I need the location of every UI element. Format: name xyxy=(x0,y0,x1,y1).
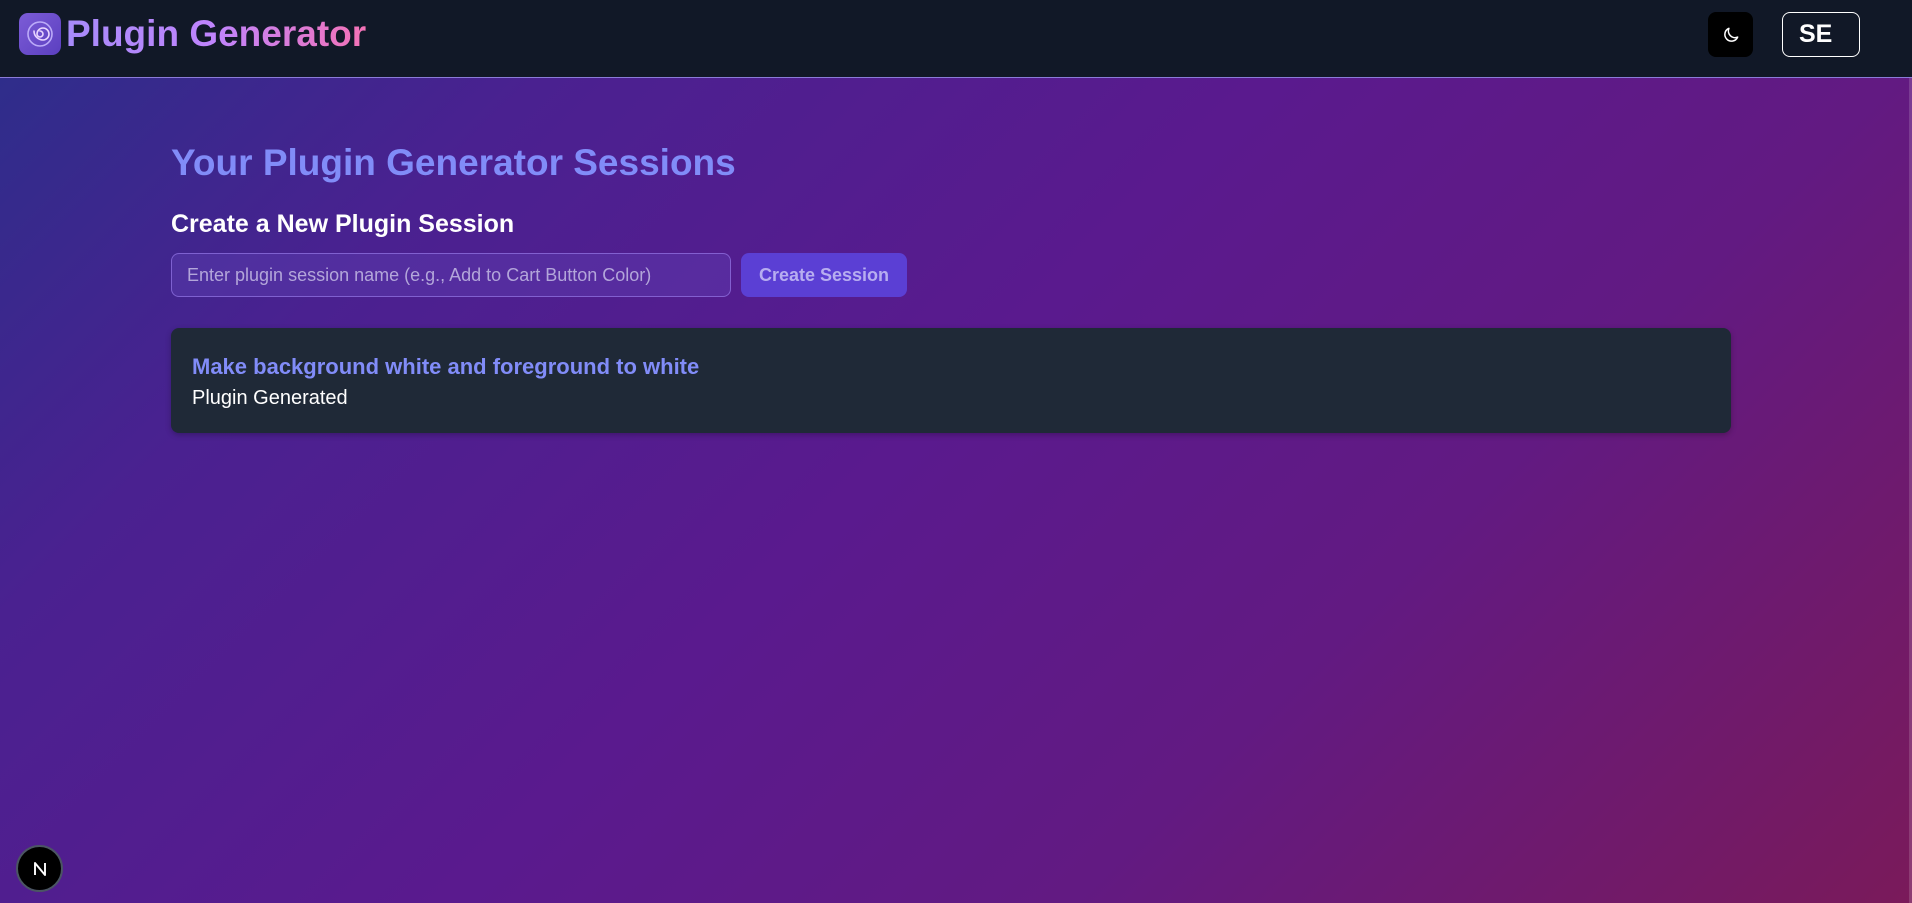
theme-toggle-button[interactable] xyxy=(1708,12,1753,57)
app-title[interactable]: Plugin Generator xyxy=(66,12,366,56)
session-status: Plugin Generated xyxy=(192,387,348,409)
user-avatar-button[interactable]: SE xyxy=(1782,12,1860,57)
session-name-input[interactable] xyxy=(171,253,731,297)
create-section-title: Create a New Plugin Session xyxy=(171,210,515,238)
app-header: Plugin Generator SE xyxy=(0,0,1912,78)
spiral-logo-icon[interactable] xyxy=(19,13,61,55)
moon-icon xyxy=(1723,27,1738,42)
session-title: Make background white and foreground to … xyxy=(192,354,700,379)
create-session-button[interactable]: Create Session xyxy=(741,253,907,297)
dev-indicator-button[interactable] xyxy=(16,845,63,892)
session-card[interactable]: Make background white and foreground to … xyxy=(171,328,1731,433)
user-initials: SE xyxy=(1799,20,1833,48)
nextjs-logo-icon xyxy=(33,861,46,876)
page-title: Your Plugin Generator Sessions xyxy=(171,142,736,183)
